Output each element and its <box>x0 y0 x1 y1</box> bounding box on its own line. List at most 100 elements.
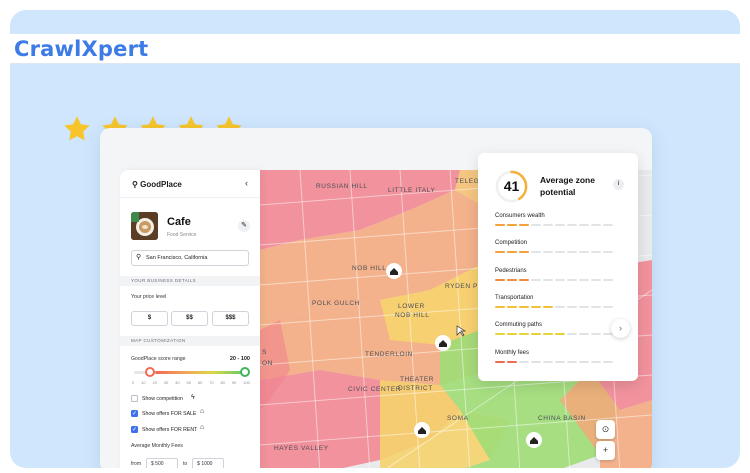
level-segment <box>603 224 613 226</box>
slider-tick: 80 <box>220 380 225 385</box>
level-segment <box>519 305 529 308</box>
district-label: LOWER <box>398 303 425 310</box>
level-segment <box>555 360 565 363</box>
metric-label: Transportation <box>495 294 534 301</box>
level-segment <box>519 333 529 336</box>
level-segment <box>555 251 565 254</box>
slider-handle-max[interactable] <box>240 367 250 377</box>
zoom-in-icon[interactable]: + <box>596 441 615 460</box>
section-map-customization: MAP CUSTOMIZATION <box>120 336 260 346</box>
level-segment <box>555 333 565 336</box>
metric-label: Pedestrians <box>495 267 527 274</box>
level-segment <box>543 333 553 336</box>
metric-label: Competition <box>495 240 528 247</box>
brand-bar: CrawlXpert <box>10 34 740 64</box>
level-segment <box>579 305 589 308</box>
level-segment <box>495 251 505 254</box>
level-segment <box>495 333 505 336</box>
slider-tick: 70 <box>209 380 214 385</box>
location-field[interactable]: ⚲ San Francisco, California <box>131 250 249 266</box>
bolt-icon: ϟ <box>191 394 195 401</box>
level-segment <box>567 251 577 254</box>
metric-level-bar <box>495 305 625 308</box>
level-segment <box>531 360 541 363</box>
level-segment <box>579 251 589 254</box>
level-segment <box>507 278 517 281</box>
chevron-right-icon[interactable]: › <box>611 319 630 338</box>
business-name: Cafe <box>167 216 191 228</box>
slider-tick: 40 <box>175 380 180 385</box>
fees-to-input[interactable]: $ 1000 <box>192 458 225 468</box>
level-segment <box>567 333 577 336</box>
house-filled-icon: ⌂ <box>200 408 205 415</box>
slider-tick: 60 <box>197 380 203 385</box>
metric-row: Monthly fees <box>495 350 625 363</box>
chevron-left-icon[interactable]: ‹ <box>245 178 248 188</box>
section-business-details: YOUR BUSINESS DETAILS <box>120 276 260 286</box>
level-segment <box>579 224 589 226</box>
level-segment <box>567 224 577 226</box>
promo-frame: CrawlXpert RUSSIAN HILL LITTLE ITALY NOB… <box>10 10 740 468</box>
level-segment <box>531 251 541 254</box>
district-label: DISTRICT <box>398 385 433 392</box>
checkbox-offers-for-sale[interactable]: ✓ <box>131 410 138 417</box>
level-segment <box>543 251 553 254</box>
level-segment <box>507 305 517 308</box>
slider-tick: 100 <box>243 380 250 385</box>
metric-level-bar <box>495 278 625 281</box>
checkbox-show-competition[interactable] <box>131 395 138 402</box>
slider-handle-min[interactable] <box>145 367 155 377</box>
info-icon[interactable]: i <box>613 179 624 190</box>
business-type: Food Service <box>167 232 197 238</box>
level-segment <box>591 251 601 254</box>
checkbox-offers-for-rent[interactable]: ✓ <box>131 426 138 433</box>
slider-tick: 50 <box>186 380 191 385</box>
district-label: HAYES VALLEY <box>274 445 329 452</box>
edit-icon[interactable]: ✎ <box>238 220 250 232</box>
district-label: POLK GULCH <box>312 300 360 307</box>
fees-from-input[interactable]: $ 500 <box>146 458 178 468</box>
fees-row: from $ 500 to $ 1000 <box>131 458 225 468</box>
level-segment <box>507 224 517 226</box>
metric-row: Transportation <box>495 295 625 308</box>
metric-label: Consumers wealth <box>495 213 545 219</box>
slider-tick: 10 <box>141 380 146 385</box>
district-label: RYDEN P <box>445 283 478 290</box>
filter-sidebar: ⚲ GoodPlace ‹ Cafe Food Service ✎ ⚲ San … <box>120 170 260 468</box>
level-segment <box>591 333 601 336</box>
metric-label: Monthly fees <box>495 349 530 356</box>
level-segment <box>507 251 517 254</box>
slider-tick: 30 <box>163 380 169 385</box>
house-outline-icon: ⌂ <box>200 424 205 431</box>
level-segment <box>543 224 553 226</box>
district-label: S <box>262 349 267 356</box>
slider-tick: 90 <box>231 380 237 385</box>
price-option-2[interactable]: $$ <box>171 311 208 326</box>
level-segment <box>531 224 541 226</box>
star-icon <box>64 116 90 141</box>
level-segment <box>591 360 601 363</box>
price-option-1[interactable]: $ <box>131 311 168 326</box>
offers-for-sale-label: Show offers FOR SALE <box>142 411 197 417</box>
level-segment <box>531 333 541 336</box>
district-label: CHINA BASIN <box>538 415 586 422</box>
level-segment <box>543 278 553 281</box>
show-competition-label: Show competition <box>142 396 183 402</box>
metric-level-bar <box>495 251 625 254</box>
price-option-3[interactable]: $$$ <box>212 311 249 326</box>
level-segment <box>495 278 505 281</box>
panel-title: Average zone potential <box>540 175 595 197</box>
fees-to-label: to <box>183 461 188 467</box>
zone-potential-panel: 41 Average zone potential i Consumers we… <box>478 153 638 381</box>
level-segment <box>579 333 589 336</box>
metric-label: Commuting paths <box>495 322 543 329</box>
metric-level-bar <box>495 333 625 336</box>
app-logo: ⚲ GoodPlace <box>132 180 182 189</box>
level-segment <box>555 305 565 308</box>
level-segment <box>543 360 553 363</box>
level-segment <box>531 305 541 308</box>
district-label: LITTLE ITALY <box>388 187 435 194</box>
level-segment <box>519 278 529 281</box>
level-segment <box>591 278 601 281</box>
locate-icon[interactable]: ⊙ <box>596 420 615 439</box>
